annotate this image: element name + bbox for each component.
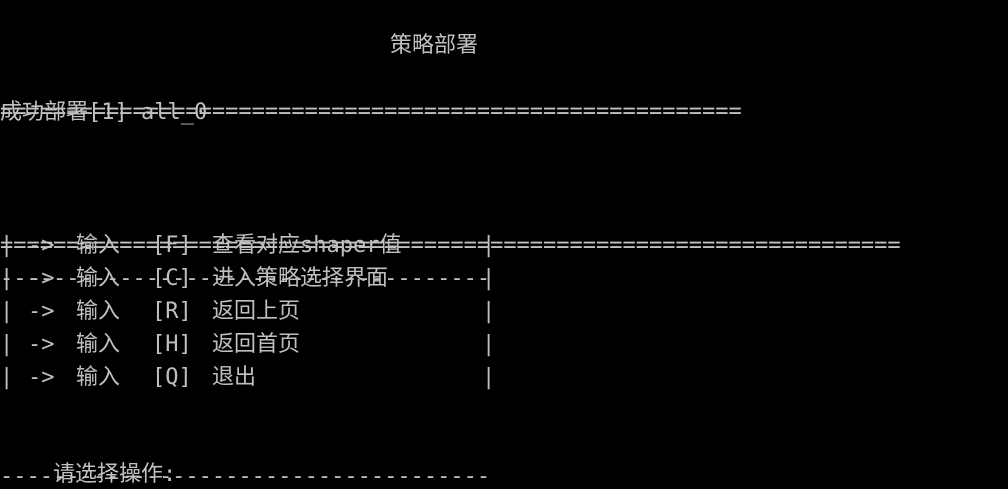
deploy-result-text: 成功部署[1] all_0 [0, 100, 208, 125]
menu-input-word: 输入 [76, 233, 121, 258]
menu-key: [H] [152, 332, 192, 357]
menu-item-home: | -> 输入 [H] 返回首页 | [0, 328, 496, 361]
menu-item-back: | -> 输入 [R] 返回上页 | [0, 295, 496, 328]
menu-input-word: 输入 [76, 365, 121, 390]
header-title: 策略部署 [388, 29, 481, 62]
menu-key: [F] [152, 233, 192, 258]
menu-item-quit: | -> 输入 [Q] 退出 | [0, 361, 496, 394]
console-window[interactable]: ========================================… [0, 0, 1008, 489]
menu-label: 退出 [212, 365, 257, 390]
arrow-icon: -> [28, 365, 55, 390]
menu-border-right: | [482, 332, 496, 357]
footer-line: ========================================… [0, 163, 900, 258]
prompt-text: 请选择操作: [52, 462, 177, 487]
arrow-icon: -> [28, 332, 55, 357]
menu-border-top: ---------------------------------------- [0, 196, 494, 291]
arrow-icon: -> [28, 299, 55, 324]
menu-border-left: | [0, 266, 14, 291]
menu-border-right: | [482, 365, 496, 390]
menu-border-right: | [482, 299, 496, 324]
menu-item-strategy-select: | -> 输入 [C] 进入策略选择界面 | [0, 262, 496, 295]
menu-label: 进入策略选择界面 [212, 266, 389, 291]
menu-border-left: | [0, 365, 14, 390]
menu-key: [Q] [152, 365, 192, 390]
menu-border-bottom: ---------------------------------------- [0, 394, 494, 489]
menu-input-word: 输入 [76, 299, 121, 324]
menu-border-left: | [0, 332, 14, 357]
menu-key: [C] [152, 266, 192, 291]
input-prompt[interactable]: 请选择操作: [0, 425, 186, 487]
menu-border-right: | [482, 233, 496, 258]
menu-border-left: | [0, 233, 14, 258]
menu-border-right: | [482, 266, 496, 291]
menu-label: 返回首页 [212, 332, 301, 357]
menu-input-word: 输入 [76, 332, 121, 357]
menu-key: [R] [152, 299, 192, 324]
menu-item-shaper: | -> 输入 [F] 查看对应shaper值 | [0, 229, 496, 262]
arrow-icon: -> [28, 266, 55, 291]
menu-input-word: 输入 [76, 266, 121, 291]
menu-label: 查看对应shaper值 [212, 233, 402, 258]
arrow-icon: -> [28, 233, 55, 258]
menu-label: 返回上页 [212, 299, 301, 324]
menu-border-left: | [0, 299, 14, 324]
header-line: ========================================… [0, 29, 900, 124]
